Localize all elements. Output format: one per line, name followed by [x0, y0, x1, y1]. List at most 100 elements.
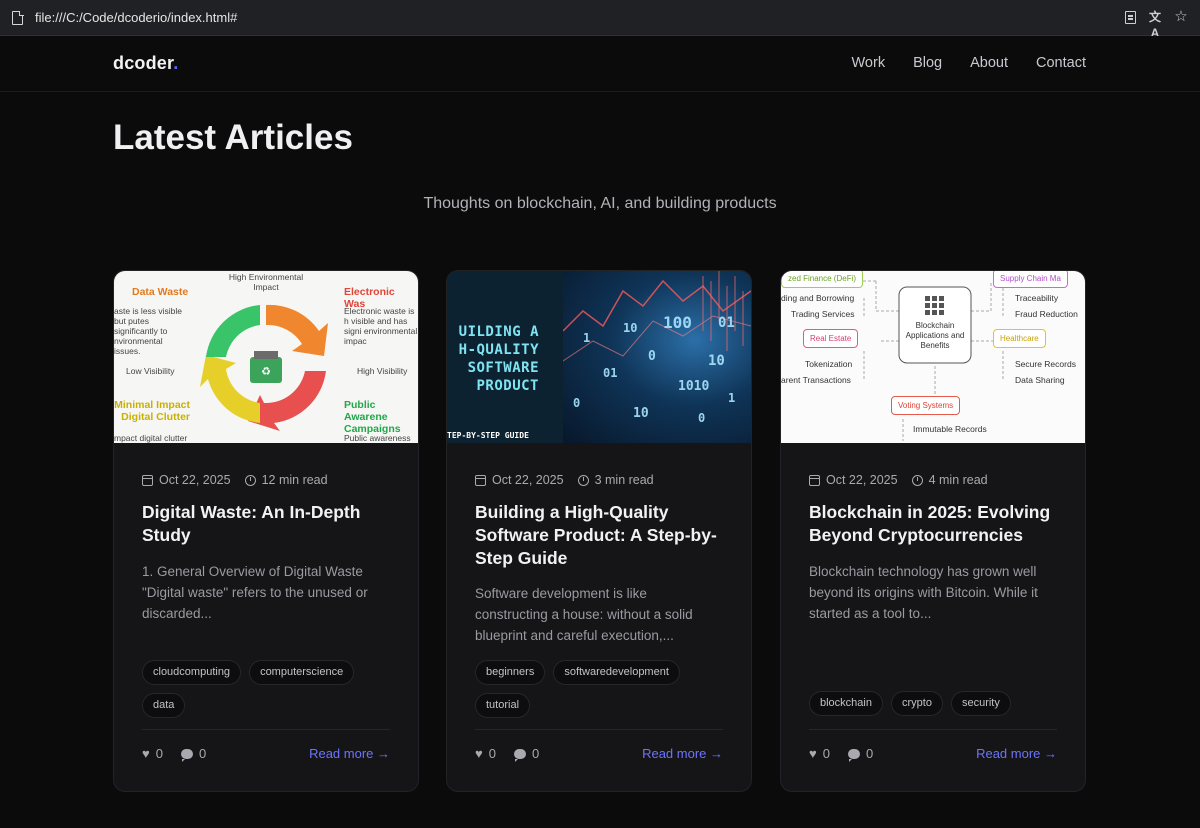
article-thumbnail[interactable]: UILDING A H-QUALITY SOFTWARE PRODUCT TEP… — [447, 271, 751, 443]
site-header: dcoder. Work Blog About Contact — [0, 36, 1200, 92]
cycle-diagram-icon: ♻ — [200, 304, 328, 431]
thumb-digits: 1 — [728, 391, 736, 405]
thumb-label: Trading Services — [791, 309, 855, 319]
thumb-label: Real Estate — [803, 329, 859, 348]
divider — [142, 729, 390, 730]
reader-mode-icon[interactable] — [1125, 11, 1136, 24]
thumb-label: Blockchain Applications and Benefits — [905, 321, 965, 350]
read-time: 3 min read — [594, 473, 654, 487]
page-title: Latest Articles — [113, 118, 353, 157]
thumb-digits: 0 — [698, 411, 706, 425]
thumb-label: Immutable Records — [913, 424, 987, 434]
article-title[interactable]: Building a High-Quality Software Product… — [475, 501, 723, 570]
tag[interactable]: security — [950, 691, 1011, 716]
article-card[interactable]: High Environmental Impact Data Waste ast… — [113, 270, 419, 792]
thumb-headline: UILDING A H-QUALITY SOFTWARE PRODUCT — [458, 324, 539, 394]
nav-blog[interactable]: Blog — [913, 55, 942, 71]
translate-icon[interactable]: 文A — [1148, 9, 1162, 40]
thumb-digits: 01 — [718, 315, 735, 331]
comment-count: 0 — [531, 746, 540, 761]
comment-icon[interactable] — [847, 748, 860, 762]
logo-dot: . — [173, 53, 179, 73]
tag[interactable]: cloudcomputing — [142, 660, 242, 685]
page-subtitle: Thoughts on blockchain, AI, and building… — [423, 195, 777, 212]
article-date: Oct 22, 2025 — [159, 473, 231, 487]
clock-icon — [577, 474, 589, 486]
tag[interactable]: computerscience — [249, 660, 355, 685]
browser-toolbar: 文A ☆ — [1125, 9, 1188, 40]
site-logo[interactable]: dcoder. — [113, 53, 178, 74]
thumb-digits: 10 — [623, 321, 638, 335]
article-meta: Oct 22, 2025 3 min read — [475, 473, 654, 487]
article-excerpt: Blockchain technology has grown well bey… — [809, 564, 1038, 621]
thumb-digits: 01 — [603, 366, 618, 380]
tag-list: blockchain crypto security — [809, 691, 1049, 716]
svg-text:♻: ♻ — [261, 366, 271, 378]
nav-work[interactable]: Work — [852, 55, 886, 71]
calendar-icon — [142, 474, 153, 486]
main-nav: Work Blog About Contact — [852, 55, 1087, 71]
tag[interactable]: data — [142, 693, 186, 718]
article-excerpt: Software development is like constructin… — [475, 586, 693, 643]
clock-icon — [911, 474, 923, 486]
thumb-label: Fraud Reduction — [1015, 309, 1078, 319]
thumb-digits: 0 — [573, 396, 581, 410]
url-field[interactable]: file:///C:/Code/dcoderio/index.html# — [35, 10, 237, 25]
thumb-label: Voting Systems — [891, 396, 961, 415]
heart-icon[interactable]: ♥ — [475, 746, 483, 761]
heart-icon[interactable]: ♥ — [142, 746, 150, 761]
thumb-digits: 0 — [648, 349, 656, 364]
thumb-label: Healthcare — [993, 329, 1046, 348]
tag-list: beginners softwaredevelopment tutorial — [475, 660, 715, 718]
tag[interactable]: softwaredevelopment — [553, 660, 680, 685]
comment-icon[interactable] — [513, 748, 526, 762]
calendar-icon — [475, 474, 486, 486]
article-card[interactable]: UILDING A H-QUALITY SOFTWARE PRODUCT TEP… — [446, 270, 752, 792]
article-title[interactable]: Digital Waste: An In-Depth Study — [142, 501, 390, 547]
thumb-digits: 10 — [708, 353, 725, 369]
clock-icon — [244, 474, 256, 486]
comment-count: 0 — [865, 746, 874, 761]
read-more-link[interactable]: Read more → — [976, 746, 1057, 761]
read-more-link[interactable]: Read more → — [309, 746, 390, 761]
like-count: 0 — [488, 746, 496, 761]
divider — [809, 729, 1057, 730]
calendar-icon — [809, 474, 820, 486]
bookmark-star-icon[interactable]: ☆ — [1174, 9, 1188, 25]
tag[interactable]: blockchain — [809, 691, 883, 716]
thumb-label: Tokenization — [805, 359, 853, 369]
page-icon — [12, 10, 24, 25]
article-stats: ♥ 0 0 — [475, 746, 540, 762]
thumb-label: Data Sharing — [1015, 375, 1065, 385]
read-more-link[interactable]: Read more → — [642, 746, 723, 761]
nav-contact[interactable]: Contact — [1036, 55, 1086, 71]
article-thumbnail[interactable]: High Environmental Impact Data Waste ast… — [114, 271, 418, 443]
comment-count: 0 — [198, 746, 207, 761]
article-card[interactable]: Blockchain Applications and Benefits zed… — [780, 270, 1086, 792]
nav-about[interactable]: About — [970, 55, 1008, 71]
comment-icon[interactable] — [180, 748, 193, 762]
thumb-label: zed Finance (DeFi) — [781, 271, 864, 288]
article-thumbnail[interactable]: Blockchain Applications and Benefits zed… — [781, 271, 1085, 443]
thumb-digits: 100 — [663, 313, 692, 332]
tag[interactable]: crypto — [890, 691, 943, 716]
like-count: 0 — [822, 746, 830, 761]
thumb-label: Supply Chain Ma — [993, 271, 1068, 288]
tag[interactable]: tutorial — [475, 693, 531, 718]
article-meta: Oct 22, 2025 4 min read — [809, 473, 988, 487]
article-stats: ♥ 0 0 — [142, 746, 207, 762]
tag-list: cloudcomputing computerscience data — [142, 660, 382, 718]
tag[interactable]: beginners — [475, 660, 546, 685]
article-stats: ♥ 0 0 — [809, 746, 874, 762]
heart-icon[interactable]: ♥ — [809, 746, 817, 761]
thumb-label: arent Transactions — [781, 375, 851, 385]
article-date: Oct 22, 2025 — [826, 473, 898, 487]
article-meta: Oct 22, 2025 12 min read — [142, 473, 328, 487]
thumb-label: Secure Records — [1015, 359, 1076, 369]
logo-text: dcoder — [113, 53, 174, 73]
article-date: Oct 22, 2025 — [492, 473, 564, 487]
thumb-digits: 1 — [583, 331, 591, 345]
article-title[interactable]: Blockchain in 2025: Evolving Beyond Cryp… — [809, 501, 1057, 547]
divider — [475, 729, 723, 730]
thumb-digits: 10 — [633, 406, 649, 421]
